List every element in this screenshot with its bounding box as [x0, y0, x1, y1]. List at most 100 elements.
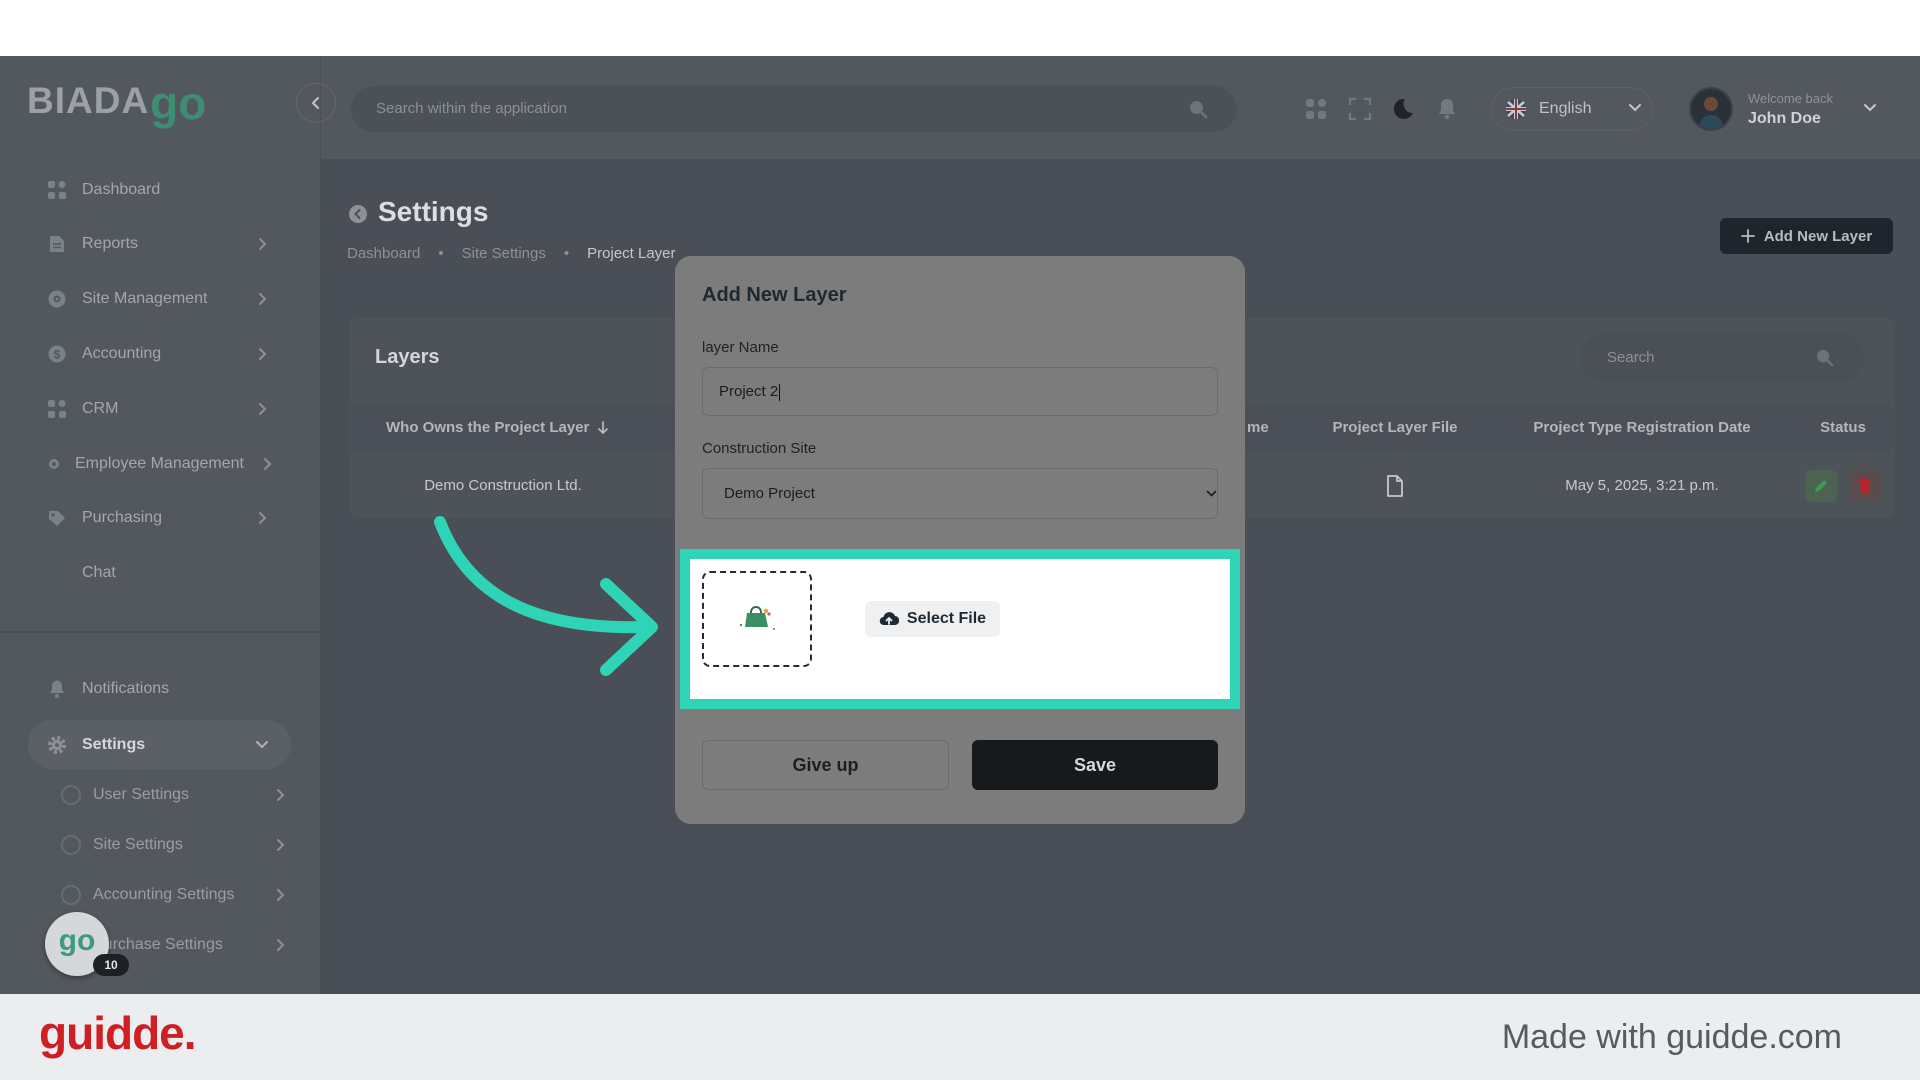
sidebar-item-site-management[interactable]: Site Management: [40, 279, 295, 319]
cloud-upload-icon: [879, 611, 899, 627]
sidebar-divider: [0, 631, 321, 633]
bell-icon: [47, 679, 67, 699]
sidebar-subitem-accounting-settings[interactable]: Accounting Settings: [55, 875, 295, 915]
sidebar-item-label: Employee Management: [75, 455, 244, 472]
chevron-right-icon: [275, 938, 285, 952]
chevron-left-icon: [311, 96, 321, 110]
breadcrumb-separator: •: [438, 244, 444, 262]
sidebar-item-label: Chat: [82, 564, 116, 581]
table-search-input[interactable]: Search: [1580, 333, 1864, 382]
moon-icon[interactable]: [1391, 97, 1415, 121]
global-search-input[interactable]: Search within the application: [351, 86, 1237, 132]
sidebar-item-label: Site Management: [82, 290, 208, 307]
sidebar-item-reports[interactable]: Reports: [40, 224, 295, 264]
sidebar-item-employee-management[interactable]: Employee Management: [40, 444, 295, 484]
page-title: Settings: [378, 196, 489, 227]
sidebar-subitem-label: Accounting Settings: [93, 886, 235, 903]
radio-circle-icon: [61, 785, 81, 805]
collapse-sidebar-button[interactable]: [296, 83, 336, 123]
sidebar-item-dashboard[interactable]: Dashboard: [40, 170, 295, 210]
bell-icon[interactable]: [1435, 97, 1459, 121]
add-new-layer-modal: Add New Layer layer Name Project 2 Const…: [675, 256, 1245, 824]
back-circle-icon[interactable]: [348, 204, 368, 224]
sidebar-item-accounting[interactable]: $ Accounting: [40, 334, 295, 374]
column-header-owner[interactable]: Who Owns the Project Layer: [386, 419, 609, 436]
sidebar-item-label: Dashboard: [82, 181, 161, 198]
user-menu-chevron-icon[interactable]: [1863, 103, 1877, 113]
sidebar-item-label: Settings: [82, 736, 146, 753]
column-header-registration-date[interactable]: Project Type Registration Date: [1533, 419, 1750, 436]
pencil-icon: [1813, 478, 1829, 494]
chevron-right-icon: [275, 788, 285, 802]
fullscreen-icon[interactable]: [1348, 97, 1372, 121]
give-up-button[interactable]: Give up: [702, 740, 949, 790]
select-file-label: Select File: [906, 610, 987, 627]
breadcrumb-link-dashboard[interactable]: Dashboard: [347, 245, 420, 262]
trash-icon: [1857, 477, 1873, 495]
upload-file-highlight: Select File: [680, 549, 1240, 709]
layer-name-value-wrap: Project 2: [719, 368, 781, 415]
gear-icon: [47, 735, 67, 755]
modal-title: Add New Layer: [702, 284, 847, 306]
text-caret: [779, 383, 781, 401]
construction-site-value: Demo Project: [724, 485, 815, 502]
top-white-strip: [0, 0, 1920, 56]
uk-flag-icon: [1505, 98, 1527, 120]
sidebar-item-settings[interactable]: Settings: [40, 725, 295, 765]
sort-down-icon[interactable]: [597, 420, 609, 435]
made-with-guidde-text[interactable]: Made with guidde.com: [1502, 1018, 1842, 1057]
image-placeholder-icon: [735, 603, 779, 635]
edit-button[interactable]: [1805, 470, 1837, 502]
sidebar-item-chat[interactable]: Chat: [40, 553, 295, 593]
chevron-right-icon: [275, 888, 285, 902]
layer-name-label: layer Name: [702, 339, 779, 356]
search-icon[interactable]: [1188, 99, 1208, 119]
sidebar-item-label: Reports: [82, 235, 139, 252]
search-icon[interactable]: [1815, 348, 1834, 367]
accounting-icon: $: [47, 344, 67, 364]
user-name[interactable]: John Doe: [1748, 110, 1821, 128]
construction-site-label: Construction Site: [702, 440, 817, 457]
file-icon[interactable]: [1386, 475, 1404, 497]
reports-icon: [47, 234, 67, 254]
column-header-file[interactable]: Project Layer File: [1332, 419, 1457, 436]
welcome-text: Welcome back: [1748, 91, 1834, 106]
layer-name-value: Project 2: [719, 383, 779, 400]
user-avatar[interactable]: [1689, 87, 1733, 131]
radio-circle-icon: [61, 835, 81, 855]
layer-name-input[interactable]: Project 2: [702, 367, 1218, 416]
svg-text:$: $: [54, 348, 61, 362]
purchasing-icon: [47, 508, 67, 528]
cell-owner: Demo Construction Ltd.: [424, 477, 582, 494]
table-search-placeholder: Search: [1607, 349, 1655, 366]
sidebar-subitem-user-settings[interactable]: User Settings: [55, 775, 295, 815]
guidde-logo[interactable]: guidde.: [39, 1006, 197, 1060]
column-header-name[interactable]: me: [1247, 419, 1269, 436]
sidebar-item-crm[interactable]: CRM: [40, 389, 295, 429]
construction-site-select[interactable]: Demo Project: [702, 468, 1218, 519]
breadcrumb: Dashboard • Site Settings • Project Laye…: [347, 243, 676, 263]
chevron-right-icon: [257, 237, 267, 251]
sidebar-subitem-label: User Settings: [93, 786, 190, 803]
plus-icon: [1740, 229, 1755, 243]
file-dropzone[interactable]: [702, 571, 812, 667]
apps-icon[interactable]: [1304, 97, 1328, 121]
column-header-status[interactable]: Status: [1820, 419, 1866, 436]
chevron-down-icon: [255, 740, 269, 750]
cell-registration-date: May 5, 2025, 3:21 p.m.: [1565, 477, 1719, 494]
card-title: Layers: [375, 346, 440, 368]
sidebar-item-purchasing[interactable]: Purchasing: [40, 498, 295, 538]
save-button[interactable]: Save: [972, 740, 1218, 790]
guidde-step-badge: 10: [93, 954, 129, 976]
app-logo[interactable]: BIADA go: [27, 76, 206, 129]
sidebar-subitem-site-settings[interactable]: Site Settings: [55, 825, 295, 865]
dashboard-icon: [47, 180, 67, 200]
sidebar-subitem-label: Site Settings: [93, 836, 183, 853]
select-file-button[interactable]: Select File: [865, 601, 1000, 637]
add-new-layer-button[interactable]: Add New Layer: [1720, 218, 1893, 254]
sidebar-item-notifications[interactable]: Notifications: [40, 669, 295, 709]
radio-circle-icon: [61, 885, 81, 905]
language-selector[interactable]: English: [1491, 87, 1653, 131]
breadcrumb-link-site-settings[interactable]: Site Settings: [462, 245, 546, 262]
delete-button[interactable]: [1849, 470, 1881, 502]
